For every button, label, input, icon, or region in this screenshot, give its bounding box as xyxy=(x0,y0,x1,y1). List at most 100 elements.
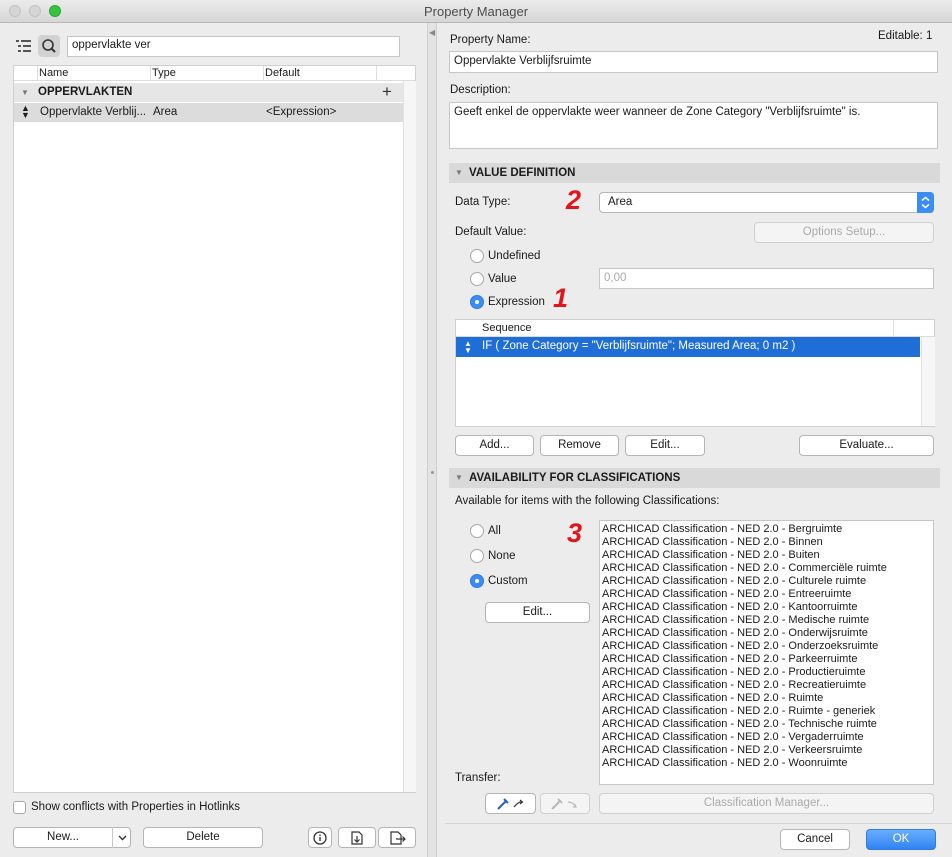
radio-undefined-label: Undefined xyxy=(488,250,541,262)
availability-title: AVAILABILITY FOR CLASSIFICATIONS xyxy=(469,472,681,484)
evaluate-button[interactable]: Evaluate... xyxy=(799,435,934,456)
radio-custom[interactable] xyxy=(470,574,484,588)
data-type-select[interactable]: Area xyxy=(599,192,934,213)
sequence-table: Sequence ▲ ▼ IF ( Zone Category = "Verbli… xyxy=(455,319,935,427)
collapse-arrow-icon[interactable]: ◀ xyxy=(429,28,435,37)
list-item: ARCHICAD Classification - NED 2.0 - Recr… xyxy=(602,679,867,691)
list-item: ARCHICAD Classification - NED 2.0 - Buit… xyxy=(602,549,820,561)
column-name[interactable]: Name xyxy=(39,67,68,79)
list-item: ARCHICAD Classification - NED 2.0 - Ruim… xyxy=(602,705,876,717)
show-conflicts-checkbox[interactable] xyxy=(13,801,26,814)
splitter-handle-icon xyxy=(431,471,434,474)
export-icon[interactable] xyxy=(378,827,416,848)
data-type-value: Area xyxy=(608,196,633,208)
eyedropper-icon[interactable] xyxy=(485,793,536,814)
radio-undefined[interactable] xyxy=(470,249,484,263)
row-default: <Expression> xyxy=(266,106,337,118)
value-input[interactable]: 0,00 xyxy=(599,268,934,289)
edit-expression-button[interactable]: Edit... xyxy=(625,435,705,456)
radio-all[interactable] xyxy=(470,524,484,538)
value-definition-title: VALUE DEFINITION xyxy=(469,167,576,179)
radio-expression[interactable] xyxy=(470,295,484,309)
radio-none[interactable] xyxy=(470,549,484,563)
row-name: Oppervlakte Verblij... xyxy=(40,106,147,118)
description-label: Description: xyxy=(450,84,511,96)
info-icon[interactable] xyxy=(308,827,332,848)
scrollbar[interactable] xyxy=(921,337,935,426)
list-item: ARCHICAD Classification - NED 2.0 - Verg… xyxy=(602,731,864,743)
search-icon[interactable] xyxy=(38,35,60,57)
data-type-label: Data Type: xyxy=(455,196,511,208)
divider xyxy=(37,66,38,80)
list-item: ARCHICAD Classification - NED 2.0 - Park… xyxy=(602,653,858,665)
annotation-1: 1 xyxy=(553,283,569,313)
list-item: ARCHICAD Classification - NED 2.0 - Ruim… xyxy=(602,692,824,704)
row-type: Area xyxy=(153,106,178,118)
list-view-icon[interactable] xyxy=(14,36,34,56)
show-conflicts-label: Show conflicts with Properties in Hotlin… xyxy=(31,801,240,813)
group-row[interactable]: ▼ OPPERVLAKTEN + xyxy=(14,82,403,102)
ok-button[interactable]: OK xyxy=(866,829,936,850)
group-name: OPPERVLAKTEN xyxy=(38,86,133,98)
divider xyxy=(893,320,894,336)
column-type[interactable]: Type xyxy=(152,67,176,79)
list-item: ARCHICAD Classification - NED 2.0 - Onde… xyxy=(602,640,879,652)
default-value-label: Default Value: xyxy=(455,226,527,238)
list-item: ARCHICAD Classification - NED 2.0 - Tech… xyxy=(602,718,877,730)
table-row[interactable]: ▲ ▼ Oppervlakte Verblij... Area <Expressi… xyxy=(14,103,403,122)
radio-all-label: All xyxy=(488,525,501,537)
search-input[interactable]: oppervlakte ver xyxy=(67,36,400,57)
remove-button[interactable]: Remove xyxy=(540,435,619,456)
import-icon[interactable] xyxy=(338,827,376,848)
transfer-label: Transfer: xyxy=(455,772,501,784)
sort-arrows-icon[interactable]: ▲ ▼ xyxy=(464,340,472,355)
scrollbar[interactable] xyxy=(403,81,416,792)
list-item: ARCHICAD Classification - NED 2.0 - Berg… xyxy=(602,523,843,535)
list-item: ARCHICAD Classification - NED 2.0 - Comm… xyxy=(602,562,887,574)
disclosure-triangle-icon[interactable]: ▼ xyxy=(455,468,463,488)
edit-classifications-button[interactable]: Edit... xyxy=(485,602,590,623)
sort-arrows-icon[interactable]: ▲ ▼ xyxy=(21,104,30,120)
radio-value[interactable] xyxy=(470,272,484,286)
radio-expression-label: Expression xyxy=(488,296,545,308)
description-textarea[interactable]: Geeft enkel de oppervlakte weer wanneer … xyxy=(449,102,938,149)
list-item: ARCHICAD Classification - NED 2.0 - Medi… xyxy=(602,614,870,626)
list-item: ARCHICAD Classification - NED 2.0 - Verk… xyxy=(602,744,863,756)
sequence-header: Sequence xyxy=(456,320,934,337)
delete-button[interactable]: Delete xyxy=(143,827,263,848)
plus-icon[interactable]: + xyxy=(382,82,392,102)
chevron-down-icon[interactable] xyxy=(112,827,132,848)
available-text: Available for items with the following C… xyxy=(455,495,720,507)
splitter[interactable]: ◀ xyxy=(427,23,437,857)
cancel-button[interactable]: Cancel xyxy=(780,829,850,850)
sequence-row[interactable]: ▲ ▼ IF ( Zone Category = "Verblijfsruimte… xyxy=(456,337,920,357)
list-header: Name Type Default xyxy=(14,66,415,81)
options-setup-button[interactable]: Options Setup... xyxy=(754,222,934,243)
sequence-expression: IF ( Zone Category = "Verblijfsruimte"; … xyxy=(482,340,796,352)
inject-icon[interactable] xyxy=(540,793,590,814)
title-bar: Property Manager xyxy=(0,0,952,23)
radio-custom-label: Custom xyxy=(488,575,528,587)
value-definition-header[interactable]: ▼ VALUE DEFINITION xyxy=(449,163,940,183)
window-title: Property Manager xyxy=(423,4,529,19)
annotation-3: 3 xyxy=(567,518,583,548)
disclosure-triangle-icon[interactable]: ▼ xyxy=(21,88,29,97)
classification-manager-button[interactable]: Classification Manager... xyxy=(599,793,934,814)
sequence-header-label: Sequence xyxy=(482,322,532,334)
disclosure-triangle-icon[interactable]: ▼ xyxy=(455,163,463,183)
list-item: ARCHICAD Classification - NED 2.0 - Entr… xyxy=(602,588,852,600)
property-name-input[interactable]: Oppervlakte Verblijfsruimte xyxy=(449,51,938,73)
add-button[interactable]: Add... xyxy=(455,435,534,456)
classification-list[interactable]: ARCHICAD Classification - NED 2.0 - Berg… xyxy=(599,520,934,785)
select-arrows-icon[interactable] xyxy=(917,192,934,213)
radio-none-label: None xyxy=(488,550,516,562)
list-item: ARCHICAD Classification - NED 2.0 - Kant… xyxy=(602,601,858,613)
column-default[interactable]: Default xyxy=(265,67,300,79)
radio-value-label: Value xyxy=(488,273,517,285)
availability-header[interactable]: ▼ AVAILABILITY FOR CLASSIFICATIONS xyxy=(449,468,940,488)
divider xyxy=(376,66,377,80)
list-item: ARCHICAD Classification - NED 2.0 - Prod… xyxy=(602,666,866,678)
divider xyxy=(445,823,952,824)
list-item: ARCHICAD Classification - NED 2.0 - Cult… xyxy=(602,575,867,587)
list-item: ARCHICAD Classification - NED 2.0 - Binn… xyxy=(602,536,823,548)
